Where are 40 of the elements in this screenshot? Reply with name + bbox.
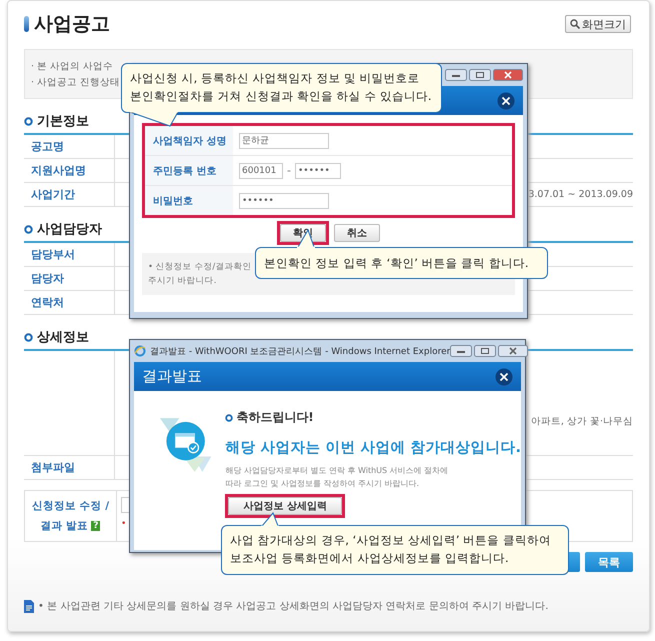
section-heading: 상세정보 — [37, 329, 89, 346]
page-title: 사업공고 — [34, 12, 110, 37]
field-label: 결과 발표 — [40, 519, 88, 533]
input-field[interactable]: 문하균 — [239, 132, 329, 148]
help-icon[interactable]: ? — [91, 521, 100, 531]
row-label: 사업기간 — [31, 187, 75, 202]
note-text: • 신청정보 수정/결과확인 — [148, 261, 252, 273]
congrats-text: 축하드립니다! — [236, 409, 314, 426]
row-label: 연락처 — [31, 295, 64, 310]
help-tooltip: 사업 참가대상의 경우, ‘사업정보 상세입력’ 버튼을 클릭하여 보조사업 등록화면에서 사업상세정보를 입력합니다. — [221, 525, 569, 575]
cell-text: 3.07.01 ~ 2013.09.09 — [528, 189, 633, 200]
row-label: 담당부서 — [31, 247, 75, 262]
field-label: 비밀번호 — [153, 194, 193, 208]
separator-text: - — [287, 164, 291, 177]
cell-text: 아파트, 상가 꽃·나무심 — [530, 415, 633, 428]
row-label: 지원사업명 — [31, 163, 86, 178]
input-field[interactable]: 600101 — [239, 162, 283, 178]
input-field[interactable]: •••••• — [294, 162, 341, 178]
detail-input-button[interactable]: 사업정보 상세입력 — [228, 496, 342, 515]
footer-note: • 본 사업관련 기타 상세문의를 원하실 경우 사업공고 상세화면의 사업담당자 연락처로 문의하여 주시기 바랍니다. — [38, 600, 548, 613]
window-title: 결과발표 - WithWOORI 보조금관리시스템 - Windows Internet Explorer — [150, 346, 450, 358]
section-heading: 기본정보 — [37, 113, 89, 130]
info-text: 해당 사업담당자로부터 별도 연락 후 WithUS 서비스에 절차에 따라 로그인 및 사업정보를 작성하여 주시기 바랍니다. — [225, 465, 450, 490]
dialog-title: 결과발표 — [142, 367, 202, 386]
list-button[interactable]: 목록 — [585, 552, 633, 572]
dialog-button[interactable]: 취소 — [334, 224, 380, 242]
input-field[interactable]: •••••• — [239, 192, 329, 208]
notice-text: · 본 사업의 사업수 — [31, 60, 114, 73]
field-label: 사업책임자 성명 — [153, 134, 226, 148]
row-label: 공고명 — [31, 139, 64, 154]
note-text: 주시기 바랍니다. — [148, 275, 216, 287]
notice-text: · 사업공고 진행상태 — [31, 76, 120, 89]
section-heading: 사업담당자 — [37, 221, 102, 238]
required-mark: • — [121, 519, 128, 529]
field-label: 신청정보 수정 / — [32, 499, 110, 513]
field-label: 주민등록 번호 — [153, 164, 216, 178]
result-headline: 해당 사업자는 이번 사업에 참가대상입니다. — [225, 439, 521, 457]
zoom-button[interactable]: 화면크기 — [565, 15, 631, 33]
row-label: 첨부파일 — [31, 460, 75, 475]
row-label: 담당자 — [31, 271, 64, 286]
